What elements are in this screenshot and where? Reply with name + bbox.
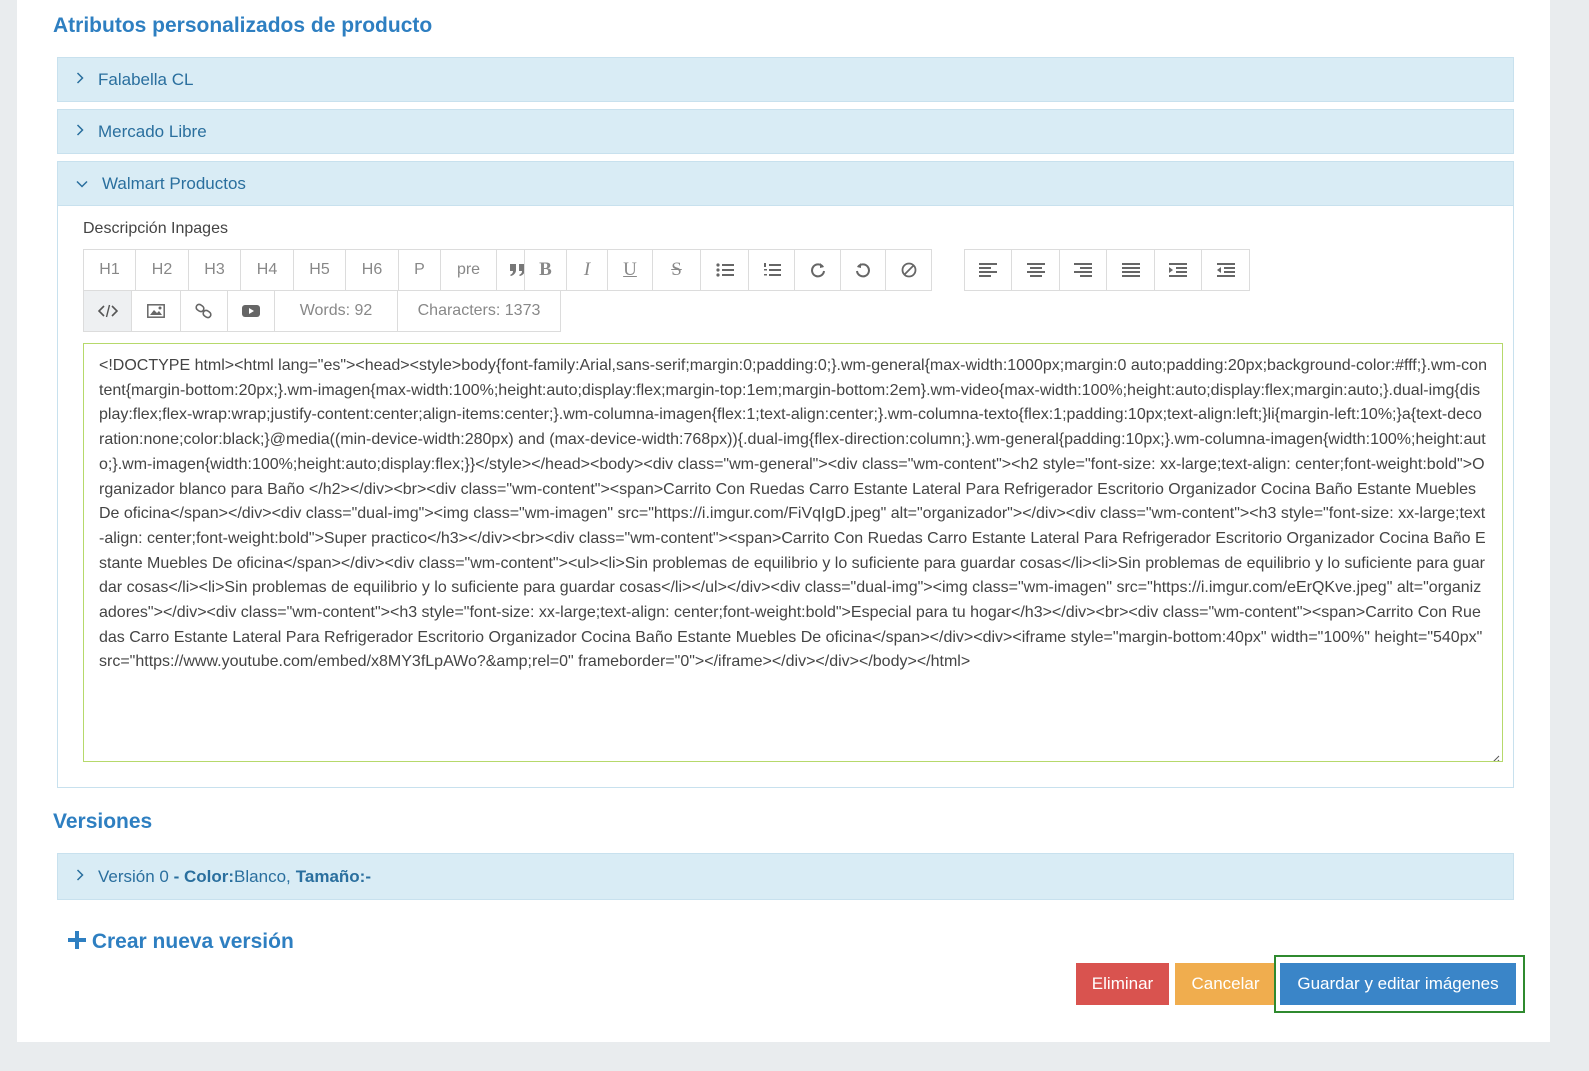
code-view-button[interactable] xyxy=(84,291,132,331)
undo-button[interactable] xyxy=(841,250,886,290)
h4-button[interactable]: H4 xyxy=(241,250,294,290)
bold-button[interactable]: B xyxy=(525,250,567,290)
clear-format-icon xyxy=(901,262,917,278)
chevron-right-icon xyxy=(58,868,98,885)
underline-button[interactable]: U xyxy=(608,250,653,290)
h3-button[interactable]: H3 xyxy=(189,250,241,290)
accordion-mercado-libre[interactable]: Mercado Libre xyxy=(57,109,1514,154)
create-version-link[interactable]: Crear nueva versión xyxy=(68,930,294,954)
outdent-icon xyxy=(1216,263,1235,277)
align-center-button[interactable] xyxy=(1012,250,1060,290)
alignment-toolbar xyxy=(964,249,1250,291)
align-justify-icon xyxy=(1121,263,1140,277)
video-icon xyxy=(242,304,260,318)
character-count: Characters: 1373 xyxy=(398,291,560,331)
versions-title: Versiones xyxy=(53,810,153,833)
outdent-button[interactable] xyxy=(1202,250,1249,290)
italic-button[interactable]: I xyxy=(567,250,608,290)
custom-attributes-title: Atributos personalizados de producto xyxy=(53,14,433,37)
chevron-right-icon xyxy=(58,71,98,88)
accordion-label: Mercado Libre xyxy=(98,121,207,141)
redo-button[interactable] xyxy=(795,250,841,290)
format-toolbar: B I U S xyxy=(524,249,932,291)
accordion-falabella[interactable]: Falabella CL xyxy=(57,57,1514,102)
chevron-right-icon xyxy=(58,123,98,140)
h5-button[interactable]: H5 xyxy=(294,250,346,290)
insert-video-button[interactable] xyxy=(228,291,275,331)
bold-icon: B xyxy=(539,259,552,280)
clear-format-button[interactable] xyxy=(886,250,931,290)
heading-toolbar: H1 H2 H3 H4 H5 H6 P pre xyxy=(83,249,540,291)
save-edit-images-button[interactable]: Guardar y editar imágenes xyxy=(1280,963,1516,1005)
cancel-button[interactable]: Cancelar xyxy=(1175,963,1276,1005)
accordion-walmart[interactable]: Walmart Productos xyxy=(57,161,1514,206)
numbered-list-icon xyxy=(763,262,781,278)
align-right-button[interactable] xyxy=(1060,250,1107,290)
indent-button[interactable] xyxy=(1155,250,1202,290)
p-button[interactable]: P xyxy=(399,250,441,290)
image-icon xyxy=(147,304,165,318)
version-0-accordion[interactable]: Versión 0 - Color: Blanco, Tamaño: - xyxy=(57,853,1514,900)
color-attribute-label: Color: xyxy=(184,866,235,886)
insert-link-button[interactable] xyxy=(181,291,228,331)
editor-content: <!DOCTYPE html><html lang="es"><head><st… xyxy=(99,357,1487,671)
accordion-label: Falabella CL xyxy=(98,69,194,89)
page-panel: Atributos personalizados de producto Fal… xyxy=(17,0,1550,1042)
align-center-icon xyxy=(1026,263,1045,277)
bullet-list-button[interactable] xyxy=(701,250,749,290)
size-attribute-value: - xyxy=(365,866,371,886)
version-separator: - xyxy=(168,866,184,886)
word-count: Words: 92 xyxy=(275,291,398,331)
bullet-list-icon xyxy=(715,263,734,277)
strikethrough-icon: S xyxy=(671,259,682,280)
align-right-icon xyxy=(1074,263,1092,277)
walmart-panel-body: Descripción Inpages H1 H2 H3 H4 H5 H6 P … xyxy=(57,206,1514,788)
delete-button[interactable]: Eliminar xyxy=(1076,963,1169,1005)
align-left-icon xyxy=(979,263,997,277)
align-justify-button[interactable] xyxy=(1107,250,1155,290)
version-name: Versión 0 xyxy=(98,866,169,886)
underline-icon: U xyxy=(623,259,637,280)
chevron-down-icon xyxy=(58,175,102,192)
insert-image-button[interactable] xyxy=(132,291,181,331)
undo-icon xyxy=(855,262,871,278)
resize-handle-icon[interactable] xyxy=(1490,749,1500,761)
strikethrough-button[interactable]: S xyxy=(653,250,701,290)
numbered-list-button[interactable] xyxy=(749,250,795,290)
h1-button[interactable]: H1 xyxy=(84,250,136,290)
h2-button[interactable]: H2 xyxy=(136,250,189,290)
code-view-icon xyxy=(97,304,118,318)
color-attribute-value: Blanco, xyxy=(234,866,291,886)
italic-icon: I xyxy=(583,259,591,280)
redo-icon xyxy=(810,262,826,278)
plus-icon xyxy=(68,930,92,953)
indent-icon xyxy=(1169,263,1187,277)
h6-button[interactable]: H6 xyxy=(346,250,399,290)
description-label: Descripción Inpages xyxy=(83,220,228,237)
link-icon xyxy=(195,303,213,319)
size-attribute-label: Tamaño: xyxy=(295,866,366,886)
create-version-label: Crear nueva versión xyxy=(91,930,294,953)
pre-button[interactable]: pre xyxy=(441,250,497,290)
accordion-label: Walmart Productos xyxy=(102,173,246,193)
align-left-button[interactable] xyxy=(965,250,1012,290)
insert-toolbar: Words: 92 Characters: 1373 xyxy=(83,290,561,332)
description-code-editor[interactable]: <!DOCTYPE html><html lang="es"><head><st… xyxy=(83,343,1503,762)
